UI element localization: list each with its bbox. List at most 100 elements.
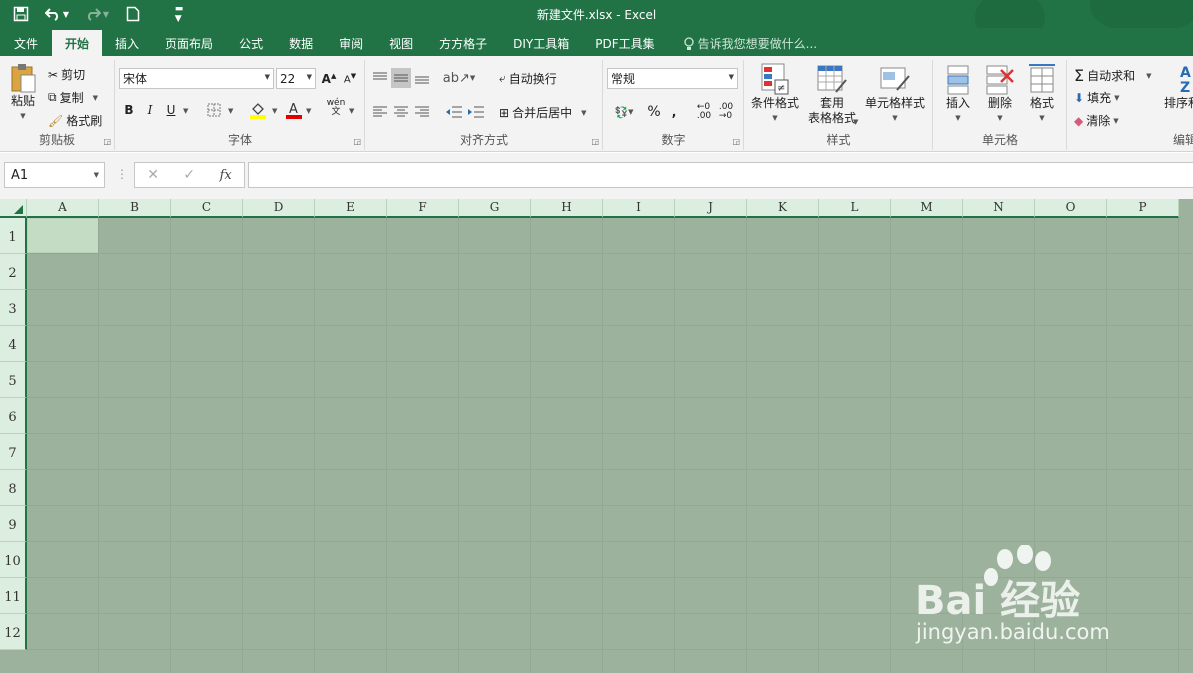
- tab-file[interactable]: 文件: [0, 31, 52, 56]
- delete-cells-button[interactable]: 删除 ▼: [982, 62, 1018, 126]
- phonetic-button[interactable]: wén 文: [324, 98, 348, 118]
- select-all-button[interactable]: [0, 199, 27, 218]
- column-header-e[interactable]: E: [315, 199, 387, 218]
- name-box[interactable]: A1 ▼: [4, 162, 105, 188]
- wrap-text-button[interactable]: ⤶ 自动换行: [499, 70, 557, 87]
- decrease-indent-button[interactable]: [444, 102, 464, 122]
- tab-page-layout[interactable]: 页面布局: [152, 31, 226, 56]
- insert-function-button[interactable]: fx: [220, 168, 232, 183]
- format-painter-button[interactable]: 🖌 格式刷: [48, 112, 102, 129]
- formula-input[interactable]: [248, 162, 1193, 188]
- column-header-o[interactable]: O: [1035, 199, 1107, 218]
- column-header-n[interactable]: N: [963, 199, 1035, 218]
- fill-color-dropdown-icon[interactable]: ▼: [272, 107, 277, 115]
- insert-cells-button[interactable]: 插入 ▼: [940, 62, 976, 126]
- increase-font-button[interactable]: A▲: [319, 69, 339, 89]
- column-header-a[interactable]: A: [27, 199, 99, 218]
- format-as-table-dropdown-icon[interactable]: ▼: [853, 118, 858, 126]
- tab-home[interactable]: 开始: [52, 30, 103, 56]
- row-header-10[interactable]: 10: [0, 542, 27, 578]
- tab-data[interactable]: 数据: [276, 31, 326, 56]
- row-header-3[interactable]: 3: [0, 290, 27, 326]
- format-as-table-button[interactable]: 套用 表格格式: [801, 62, 863, 126]
- align-top-button[interactable]: [370, 68, 390, 88]
- fill-button[interactable]: ⬇ 填充 ▼: [1074, 89, 1119, 106]
- italic-button[interactable]: I: [140, 100, 160, 120]
- font-color-dropdown-icon[interactable]: ▼: [306, 107, 311, 115]
- column-header-f[interactable]: F: [387, 199, 459, 218]
- column-header-l[interactable]: L: [819, 199, 891, 218]
- accounting-format-button[interactable]: 💱 ▼: [608, 102, 640, 122]
- column-header-j[interactable]: J: [675, 199, 747, 218]
- column-header-i[interactable]: I: [603, 199, 675, 218]
- cancel-icon[interactable]: ✕: [147, 167, 159, 183]
- conditional-formatting-button[interactable]: ≠ 条件格式 ▼: [749, 62, 801, 126]
- row-header-11[interactable]: 11: [0, 578, 27, 614]
- align-center-button[interactable]: [391, 102, 411, 122]
- font-launcher-icon[interactable]: ◲: [353, 137, 361, 146]
- sort-filter-button[interactable]: AZ 排序和: [1162, 62, 1193, 111]
- row-header-1[interactable]: 1: [0, 218, 27, 254]
- row-header-9[interactable]: 9: [0, 506, 27, 542]
- align-left-button[interactable]: [370, 102, 390, 122]
- borders-dropdown-icon[interactable]: ▼: [228, 107, 233, 115]
- tab-view[interactable]: 视图: [376, 31, 426, 56]
- column-header-g[interactable]: G: [459, 199, 531, 218]
- number-format-combo[interactable]: 常规 ▼: [607, 68, 738, 89]
- align-right-button[interactable]: [412, 102, 432, 122]
- align-bottom-button[interactable]: [412, 68, 432, 88]
- format-cells-button[interactable]: 格式 ▼: [1024, 62, 1060, 126]
- tab-formulas[interactable]: 公式: [226, 31, 276, 56]
- column-header-m[interactable]: M: [891, 199, 963, 218]
- name-box-dropdown-icon[interactable]: ▼: [94, 171, 99, 179]
- column-header-b[interactable]: B: [99, 199, 171, 218]
- column-header-h[interactable]: H: [531, 199, 603, 218]
- tab-pdf-tools[interactable]: PDF工具集: [582, 31, 667, 56]
- formula-bar-grip-icon[interactable]: ⋮: [116, 167, 128, 181]
- font-size-combo[interactable]: 22 ▼: [276, 68, 316, 89]
- row-header-7[interactable]: 7: [0, 434, 27, 470]
- row-header-6[interactable]: 6: [0, 398, 27, 434]
- number-launcher-icon[interactable]: ◲: [732, 137, 740, 146]
- tab-insert[interactable]: 插入: [102, 31, 152, 56]
- paste-button[interactable]: 粘贴 ▼: [6, 62, 40, 124]
- comma-style-button[interactable]: ,: [664, 102, 684, 122]
- enter-icon[interactable]: ✓: [183, 167, 195, 183]
- underline-button[interactable]: U: [161, 100, 181, 120]
- merge-center-button[interactable]: ⊞ 合并后居中 ▼: [499, 104, 586, 121]
- copy-button[interactable]: ⧉ 复制 ▼: [48, 89, 98, 106]
- cell-styles-button[interactable]: 单元格样式 ▼: [863, 62, 927, 126]
- percent-style-button[interactable]: %: [644, 102, 664, 122]
- row-header-5[interactable]: 5: [0, 362, 27, 398]
- decrease-font-button[interactable]: A▼: [340, 69, 360, 89]
- row-header-2[interactable]: 2: [0, 254, 27, 290]
- autosum-button[interactable]: Σ 自动求和 ▼: [1074, 66, 1152, 85]
- bold-button[interactable]: B: [119, 100, 139, 120]
- active-cell-a1[interactable]: [27, 218, 99, 253]
- align-middle-button[interactable]: [391, 68, 411, 88]
- column-header-k[interactable]: K: [747, 199, 819, 218]
- fill-color-button[interactable]: [248, 100, 268, 120]
- column-header-d[interactable]: D: [243, 199, 315, 218]
- decrease-decimal-button[interactable]: .00 →0: [716, 102, 736, 122]
- tab-fangfanggezi[interactable]: 方方格子: [426, 31, 500, 56]
- font-name-combo[interactable]: 宋体 ▼: [119, 68, 274, 89]
- increase-indent-button[interactable]: [466, 102, 486, 122]
- tab-review[interactable]: 审阅: [326, 31, 376, 56]
- increase-decimal-button[interactable]: ←0.00: [694, 102, 714, 122]
- phonetic-dropdown-icon[interactable]: ▼: [349, 107, 354, 115]
- orientation-button[interactable]: ab↗ ▼: [443, 68, 476, 88]
- row-header-8[interactable]: 8: [0, 470, 27, 506]
- column-header-c[interactable]: C: [171, 199, 243, 218]
- tell-me-box[interactable]: 告诉我您想要做什么...: [668, 31, 817, 56]
- clipboard-launcher-icon[interactable]: ◲: [103, 137, 111, 146]
- cut-button[interactable]: ✂ 剪切: [48, 66, 85, 83]
- tab-diy-toolbox[interactable]: DIY工具箱: [500, 31, 582, 56]
- row-header-4[interactable]: 4: [0, 326, 27, 362]
- row-header-12[interactable]: 12: [0, 614, 27, 650]
- column-header-p[interactable]: P: [1107, 199, 1179, 218]
- alignment-launcher-icon[interactable]: ◲: [591, 137, 599, 146]
- borders-button[interactable]: [204, 100, 224, 120]
- clear-button[interactable]: ◆ 清除 ▼: [1074, 112, 1119, 129]
- underline-dropdown-icon[interactable]: ▼: [183, 107, 188, 115]
